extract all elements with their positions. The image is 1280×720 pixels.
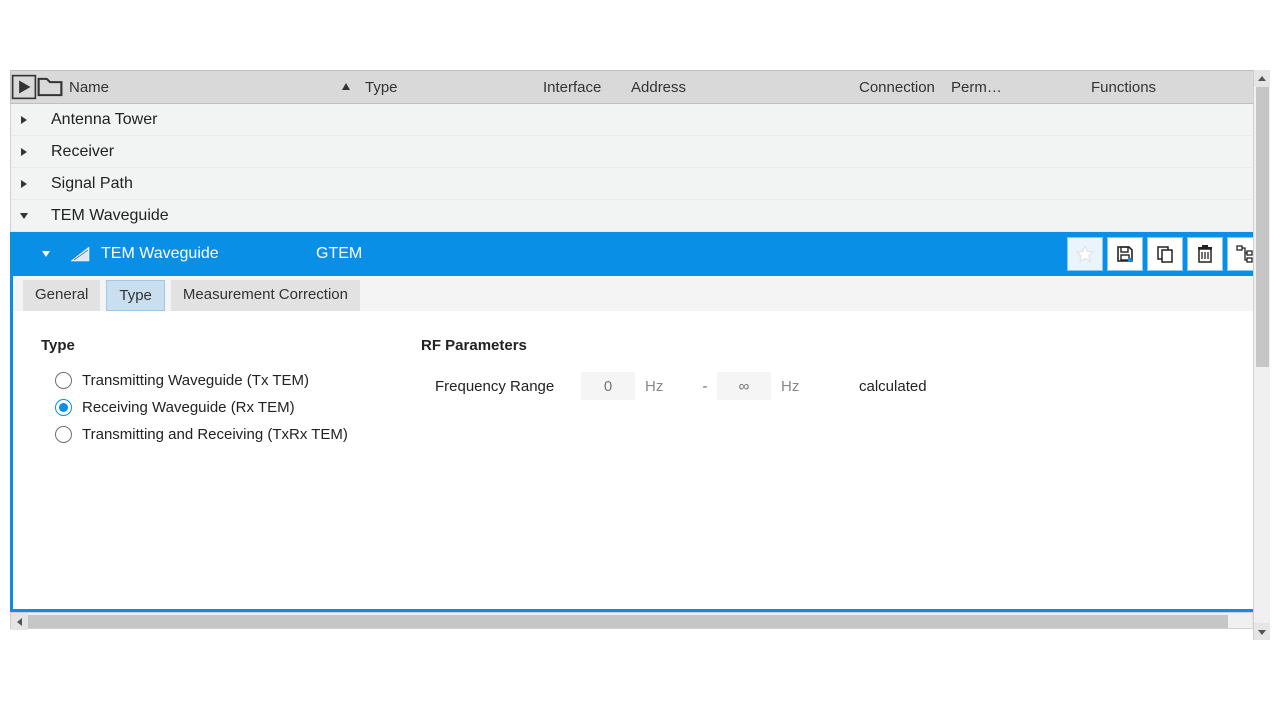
caret-down-icon[interactable]	[19, 211, 37, 221]
tree-row-label: Signal Path	[51, 175, 133, 193]
radio-tx-tem[interactable]: Transmitting Waveguide (Tx TEM)	[55, 372, 421, 389]
column-type[interactable]: Type	[359, 71, 537, 103]
column-interface[interactable]: Interface	[537, 71, 625, 103]
caret-down-icon[interactable]	[41, 249, 59, 259]
radio-rx-tem[interactable]: Receiving Waveguide (Rx TEM)	[55, 399, 421, 416]
save-button[interactable]	[1107, 237, 1143, 271]
radio-label: Transmitting and Receiving (TxRx TEM)	[82, 426, 348, 443]
frequency-max-input[interactable]	[717, 372, 771, 400]
scrollbar-thumb[interactable]	[28, 615, 1228, 628]
caret-right-icon[interactable]	[19, 147, 37, 157]
column-icon-run[interactable]	[11, 74, 37, 100]
column-name[interactable]: Name	[63, 71, 333, 103]
frequency-range-row: Frequency Range Hz - Hz calculated	[421, 372, 927, 400]
caret-right-icon[interactable]	[19, 115, 37, 125]
tree-row[interactable]: Receiver	[11, 136, 1269, 168]
tab-body: Type Transmitting Waveguide (Tx TEM) Rec…	[13, 311, 1267, 479]
details-pane: General Type Measurement Correction Type…	[10, 276, 1270, 612]
waveguide-icon	[69, 245, 91, 263]
selected-device-row[interactable]: TEM Waveguide GTEM	[10, 232, 1270, 276]
tree-row[interactable]: TEM Waveguide	[11, 200, 1269, 232]
column-header: Name Type Interface Address Connection P…	[10, 70, 1270, 104]
vertical-scrollbar[interactable]	[1253, 70, 1270, 640]
rf-section-title: RF Parameters	[421, 337, 927, 354]
column-connection[interactable]: Connection	[853, 71, 945, 103]
horizontal-scrollbar[interactable]	[10, 612, 1270, 629]
tab-general[interactable]: General	[23, 280, 100, 311]
sort-indicator-icon[interactable]	[333, 81, 359, 93]
scrollbar-thumb[interactable]	[1256, 87, 1269, 367]
copy-button[interactable]	[1147, 237, 1183, 271]
radio-label: Transmitting Waveguide (Tx TEM)	[82, 372, 309, 389]
frequency-range-label: Frequency Range	[421, 378, 581, 395]
type-section-title: Type	[41, 337, 421, 354]
column-address[interactable]: Address	[625, 71, 853, 103]
radio-icon	[55, 399, 72, 416]
tree-row-label: TEM Waveguide	[51, 207, 169, 225]
caret-right-icon[interactable]	[19, 179, 37, 189]
column-functions[interactable]: Functions	[1085, 71, 1225, 103]
tree-row[interactable]: Antenna Tower	[11, 104, 1269, 136]
radio-label: Receiving Waveguide (Rx TEM)	[82, 399, 295, 416]
radio-icon	[55, 372, 72, 389]
device-table-panel: Name Type Interface Address Connection P…	[10, 70, 1270, 629]
scroll-left-icon[interactable]	[11, 613, 28, 630]
scroll-up-icon[interactable]	[1254, 70, 1270, 87]
column-perm[interactable]: Perm…	[945, 71, 1085, 103]
tab-type[interactable]: Type	[106, 280, 165, 311]
radio-txrx-tem[interactable]: Transmitting and Receiving (TxRx TEM)	[55, 426, 421, 443]
unit-label: Hz	[781, 378, 829, 395]
tree-row[interactable]: Signal Path	[11, 168, 1269, 200]
rf-parameters-section: RF Parameters Frequency Range Hz - Hz ca…	[421, 337, 927, 453]
selected-device-name: TEM Waveguide	[101, 245, 316, 263]
radio-icon	[55, 426, 72, 443]
scroll-down-icon[interactable]	[1254, 623, 1270, 640]
row-toolbar	[1067, 237, 1269, 271]
tree-row-label: Antenna Tower	[51, 111, 157, 129]
column-icon-folder[interactable]	[37, 74, 63, 100]
favorite-button[interactable]	[1067, 237, 1103, 271]
selected-device-type: GTEM	[316, 245, 362, 263]
frequency-min-input[interactable]	[581, 372, 635, 400]
frequency-status: calculated	[859, 378, 927, 395]
unit-label: Hz	[645, 378, 693, 395]
tab-measurement-correction[interactable]: Measurement Correction	[171, 280, 360, 311]
range-dash: -	[693, 378, 717, 395]
tree-row-label: Receiver	[51, 143, 114, 161]
type-section: Type Transmitting Waveguide (Tx TEM) Rec…	[41, 337, 421, 453]
delete-button[interactable]	[1187, 237, 1223, 271]
device-tree: Antenna Tower Receiver Signal Path TEM W…	[10, 104, 1270, 232]
tab-strip: General Type Measurement Correction	[13, 276, 1267, 311]
